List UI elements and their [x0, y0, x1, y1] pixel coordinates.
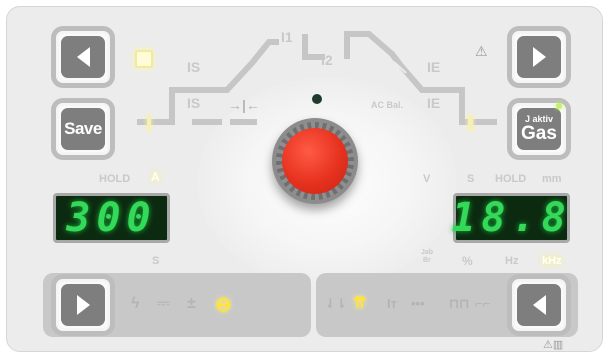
prev-button-top[interactable]: [51, 26, 115, 88]
label-is-top: IS: [187, 59, 201, 75]
gas-label: Gas: [521, 123, 557, 144]
right-s-label: S: [467, 173, 475, 185]
arrow-left-icon: [76, 47, 90, 67]
control-panel: Save J aktiv Gas ⚠ →|← IS IS I1 I2 IE IE…: [6, 6, 603, 352]
right-hold-label: HOLD: [495, 173, 527, 185]
arrows-inward-icon: →|←: [228, 97, 260, 113]
four-stroke-icon[interactable]: ⇈: [353, 293, 366, 313]
expand-icon: [135, 50, 153, 68]
torch-left-icon: [147, 115, 151, 131]
torch-right-icon: [468, 115, 473, 131]
right-display: 18.8: [451, 193, 572, 243]
label-ie-top: IE: [427, 59, 441, 75]
left-display: 300: [53, 193, 170, 243]
arrow-left-icon: [532, 295, 546, 315]
right-mm-label: mm: [542, 173, 562, 185]
save-label: Save: [64, 119, 102, 138]
ac-sine-icon[interactable]: ⊖: [215, 292, 232, 317]
label-is-bottom: IS: [187, 95, 201, 111]
gas-led: [556, 103, 562, 109]
knob-led: [312, 94, 322, 104]
left-hold-label: HOLD: [99, 173, 131, 185]
right-khz-label: kHz: [542, 255, 562, 267]
right-v-label: V: [423, 173, 431, 185]
left-below-label: S: [152, 255, 160, 267]
left-unit-label: A: [151, 170, 160, 184]
prev-button-bottom[interactable]: [507, 274, 571, 336]
right-hz-label: Hz: [505, 255, 519, 267]
left-display-value: 300: [66, 195, 157, 241]
dc-icon[interactable]: ⎓: [157, 295, 170, 313]
spot-icon[interactable]: Iт: [387, 296, 397, 311]
right-display-value: 18.8: [451, 195, 572, 241]
right-percent-label: %: [462, 254, 473, 268]
dots-icon[interactable]: •••: [411, 296, 425, 311]
right-br-label: Br: [423, 257, 431, 264]
warning-manual-icon: ⚠▥: [543, 339, 564, 351]
label-ie-bottom: IE: [427, 95, 441, 111]
main-dial[interactable]: [272, 118, 358, 204]
foot-pedal-icon[interactable]: ⌐⌐: [475, 296, 490, 311]
pulse-icon[interactable]: ⊓⊓: [449, 296, 469, 312]
right-jab-label: Jab: [421, 249, 434, 256]
two-stroke-icon[interactable]: ⇃⇂: [325, 296, 347, 312]
save-button[interactable]: Save: [51, 98, 115, 160]
arrow-right-icon: [532, 47, 546, 67]
label-i1: I1: [281, 29, 293, 45]
warning-icon: ⚠: [475, 43, 488, 59]
label-ac-bal: AC Bal.: [371, 100, 404, 110]
lightning-icon[interactable]: ϟ: [131, 295, 139, 313]
arrow-right-icon: [76, 295, 90, 315]
plus-minus-icon[interactable]: ±: [187, 295, 196, 313]
next-button-bottom[interactable]: [51, 274, 115, 336]
next-button-top[interactable]: [507, 26, 571, 88]
label-i2: I2: [321, 52, 333, 68]
